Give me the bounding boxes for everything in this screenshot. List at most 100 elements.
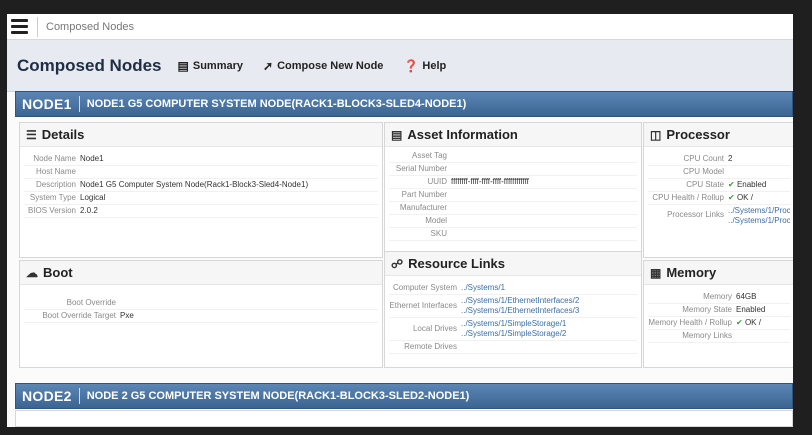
kv-key: Node Name xyxy=(33,154,76,163)
kv-row: Memory State Enabled xyxy=(648,304,790,317)
kv-row: Ethernet Interfaces ../Systems/1/Ethernet… xyxy=(389,295,637,318)
compose-new-node-link[interactable]: ➚ Compose New Node xyxy=(263,59,383,73)
kv-row: Node Name Node1 xyxy=(24,153,378,166)
kv-key: CPU Count xyxy=(683,154,724,163)
boot-header: ☁ Boot xyxy=(20,261,382,285)
kv-key: CPU Model xyxy=(683,167,724,176)
asset-header: ▤ Asset Information xyxy=(385,123,641,147)
kv-row: Remote Drives xyxy=(389,341,637,354)
ethernet-interface-link[interactable]: ../Systems/1/EthernetInterfaces/2 xyxy=(461,296,579,306)
kv-row: Manufacturer xyxy=(389,202,637,215)
hdd-icon: ◫ xyxy=(650,127,662,142)
check-circle-icon: ✔ xyxy=(736,318,745,327)
local-drive-link[interactable]: ../Systems/1/SimpleStorage/1 xyxy=(461,319,566,329)
kv-key: CPU Health / Rollup xyxy=(652,193,724,202)
kv-key: Serial Number xyxy=(395,164,447,173)
computer-system-link[interactable]: ../Systems/1 xyxy=(461,283,505,293)
processor-panel: ◫ Processor CPU Count 2 CPU Model CPU Sta… xyxy=(643,122,793,258)
node2-name: NODE2 xyxy=(22,388,72,404)
boot-rows: Boot Override Boot Override Target Pxe xyxy=(20,285,382,323)
processor-links: ../Systems/1/Proce ../Systems/1/Proce xyxy=(728,206,790,226)
kv-row: CPU Count 2 xyxy=(648,153,790,166)
details-header: ☰ Details xyxy=(20,123,382,147)
processor-link[interactable]: ../Systems/1/Proce xyxy=(728,206,790,216)
processor-link[interactable]: ../Systems/1/Proce xyxy=(728,216,790,226)
summary-label: Summary xyxy=(192,59,244,72)
kv-value: Enabled xyxy=(736,305,766,314)
kv-row: Boot Override xyxy=(24,297,378,310)
help-label: Help xyxy=(422,59,447,72)
kv-key: Manufacturer xyxy=(399,203,447,212)
memory-health-value: OK / xyxy=(744,318,761,327)
kv-row: Computer System ../Systems/1 xyxy=(389,282,637,295)
kv-row: Part Number xyxy=(389,189,637,202)
kv-key: System Type xyxy=(29,193,76,202)
kv-row: Host Name xyxy=(24,166,378,179)
kv-key: Remote Drives xyxy=(404,342,457,351)
question-circle-icon: ❓ xyxy=(403,58,419,73)
resource-links-title: Resource Links xyxy=(408,256,505,271)
asset-title: Asset Information xyxy=(407,127,518,142)
ethernet-interface-link[interactable]: ../Systems/1/EthernetInterfaces/3 xyxy=(461,306,579,316)
asset-panel: ▤ Asset Information Asset Tag Serial Num… xyxy=(384,122,642,258)
resource-links-header: ☍ Resource Links xyxy=(385,252,641,276)
cpu-state-value: Enabled xyxy=(736,180,767,189)
node1-description: NODE1 G5 COMPUTER SYSTEM NODE(RACK1-BLOC… xyxy=(86,98,467,110)
kv-key: BIOS Version xyxy=(27,206,76,215)
kv-row: CPU Model xyxy=(648,166,790,179)
node2-divider xyxy=(78,388,80,404)
breadcrumb: Composed Nodes xyxy=(37,16,134,37)
kv-key: Boot Override xyxy=(66,298,116,307)
memory-panel: ▦ Memory Memory 64GB Memory State Enabled … xyxy=(643,260,793,368)
kv-key: CPU State xyxy=(686,180,724,189)
kv-key: Model xyxy=(425,216,447,225)
summary-link[interactable]: ▤ Summary xyxy=(178,59,243,73)
resource-rows: Computer System ../Systems/1 Ethernet Int… xyxy=(385,276,641,354)
kv-row: Description Node1 G5 Computer System Node… xyxy=(24,179,378,192)
local-drive-link[interactable]: ../Systems/1/SimpleStorage/2 xyxy=(461,329,566,339)
details-panel: ☰ Details Node Name Node1 Host Name Descr… xyxy=(19,122,383,258)
kv-key: Host Name xyxy=(35,167,76,176)
kv-key: Ethernet Interfaces xyxy=(389,301,457,310)
help-link[interactable]: ❓ Help xyxy=(403,59,446,73)
kv-value: ✔ OK / xyxy=(736,318,761,328)
processor-rows: CPU Count 2 CPU Model CPU State ✔ Enabled … xyxy=(644,147,793,227)
processor-header: ◫ Processor xyxy=(644,123,793,147)
node2-header[interactable]: NODE2 NODE 2 G5 COMPUTER SYSTEM NODE(RAC… xyxy=(15,383,793,409)
kv-row: Processor Links ../Systems/1/Proce ../Syst… xyxy=(648,205,790,227)
memory-rows: Memory 64GB Memory State Enabled Memory He… xyxy=(644,285,793,343)
list-icon: ☰ xyxy=(26,127,37,142)
app-window: Composed Nodes Composed Nodes ▤ Summary … xyxy=(7,14,793,427)
resource-links-panel: ☍ Resource Links Computer System ../Syste… xyxy=(384,251,642,368)
kv-key: SKU xyxy=(430,229,447,238)
kv-key: Boot Override Target xyxy=(42,311,116,320)
boot-title: Boot xyxy=(43,265,73,280)
kv-row: UUID ffffffff-ffff-ffff-ffff-ffffffffffff xyxy=(389,176,637,189)
kv-key: Asset Tag xyxy=(412,151,447,160)
page-title: Composed Nodes xyxy=(17,55,162,75)
top-bar: Composed Nodes xyxy=(7,14,793,40)
boot-icon: ☁ xyxy=(26,265,38,280)
kv-key: Computer System xyxy=(392,283,457,292)
kv-value: 64GB xyxy=(736,292,757,301)
kv-value: ✔ Enabled xyxy=(728,180,766,190)
node1-header[interactable]: NODE1 NODE1 G5 COMPUTER SYSTEM NODE(RACK… xyxy=(15,91,793,117)
kv-value: Node1 xyxy=(80,154,104,163)
details-title: Details xyxy=(41,127,85,142)
kv-key: Part Number xyxy=(401,190,447,199)
processor-title: Processor xyxy=(666,127,730,142)
kv-row: CPU State ✔ Enabled xyxy=(648,179,790,192)
node2-body xyxy=(15,410,793,427)
kv-row: Local Drives ../Systems/1/SimpleStorage/1… xyxy=(389,318,637,341)
local-drive-links: ../Systems/1/SimpleStorage/1 ../Systems/1… xyxy=(461,319,566,339)
check-circle-icon: ✔ xyxy=(728,193,737,202)
link-icon: ☍ xyxy=(391,256,404,271)
kv-value: 2.0.2 xyxy=(80,206,98,215)
kv-row: Asset Tag xyxy=(389,150,637,163)
wand-icon: ➚ xyxy=(263,58,274,73)
memory-header: ▦ Memory xyxy=(644,261,793,285)
kv-row: Model xyxy=(389,215,637,228)
kv-value: 2 xyxy=(728,154,733,163)
hamburger-icon[interactable] xyxy=(11,19,28,34)
kv-row: Memory 64GB xyxy=(648,291,790,304)
